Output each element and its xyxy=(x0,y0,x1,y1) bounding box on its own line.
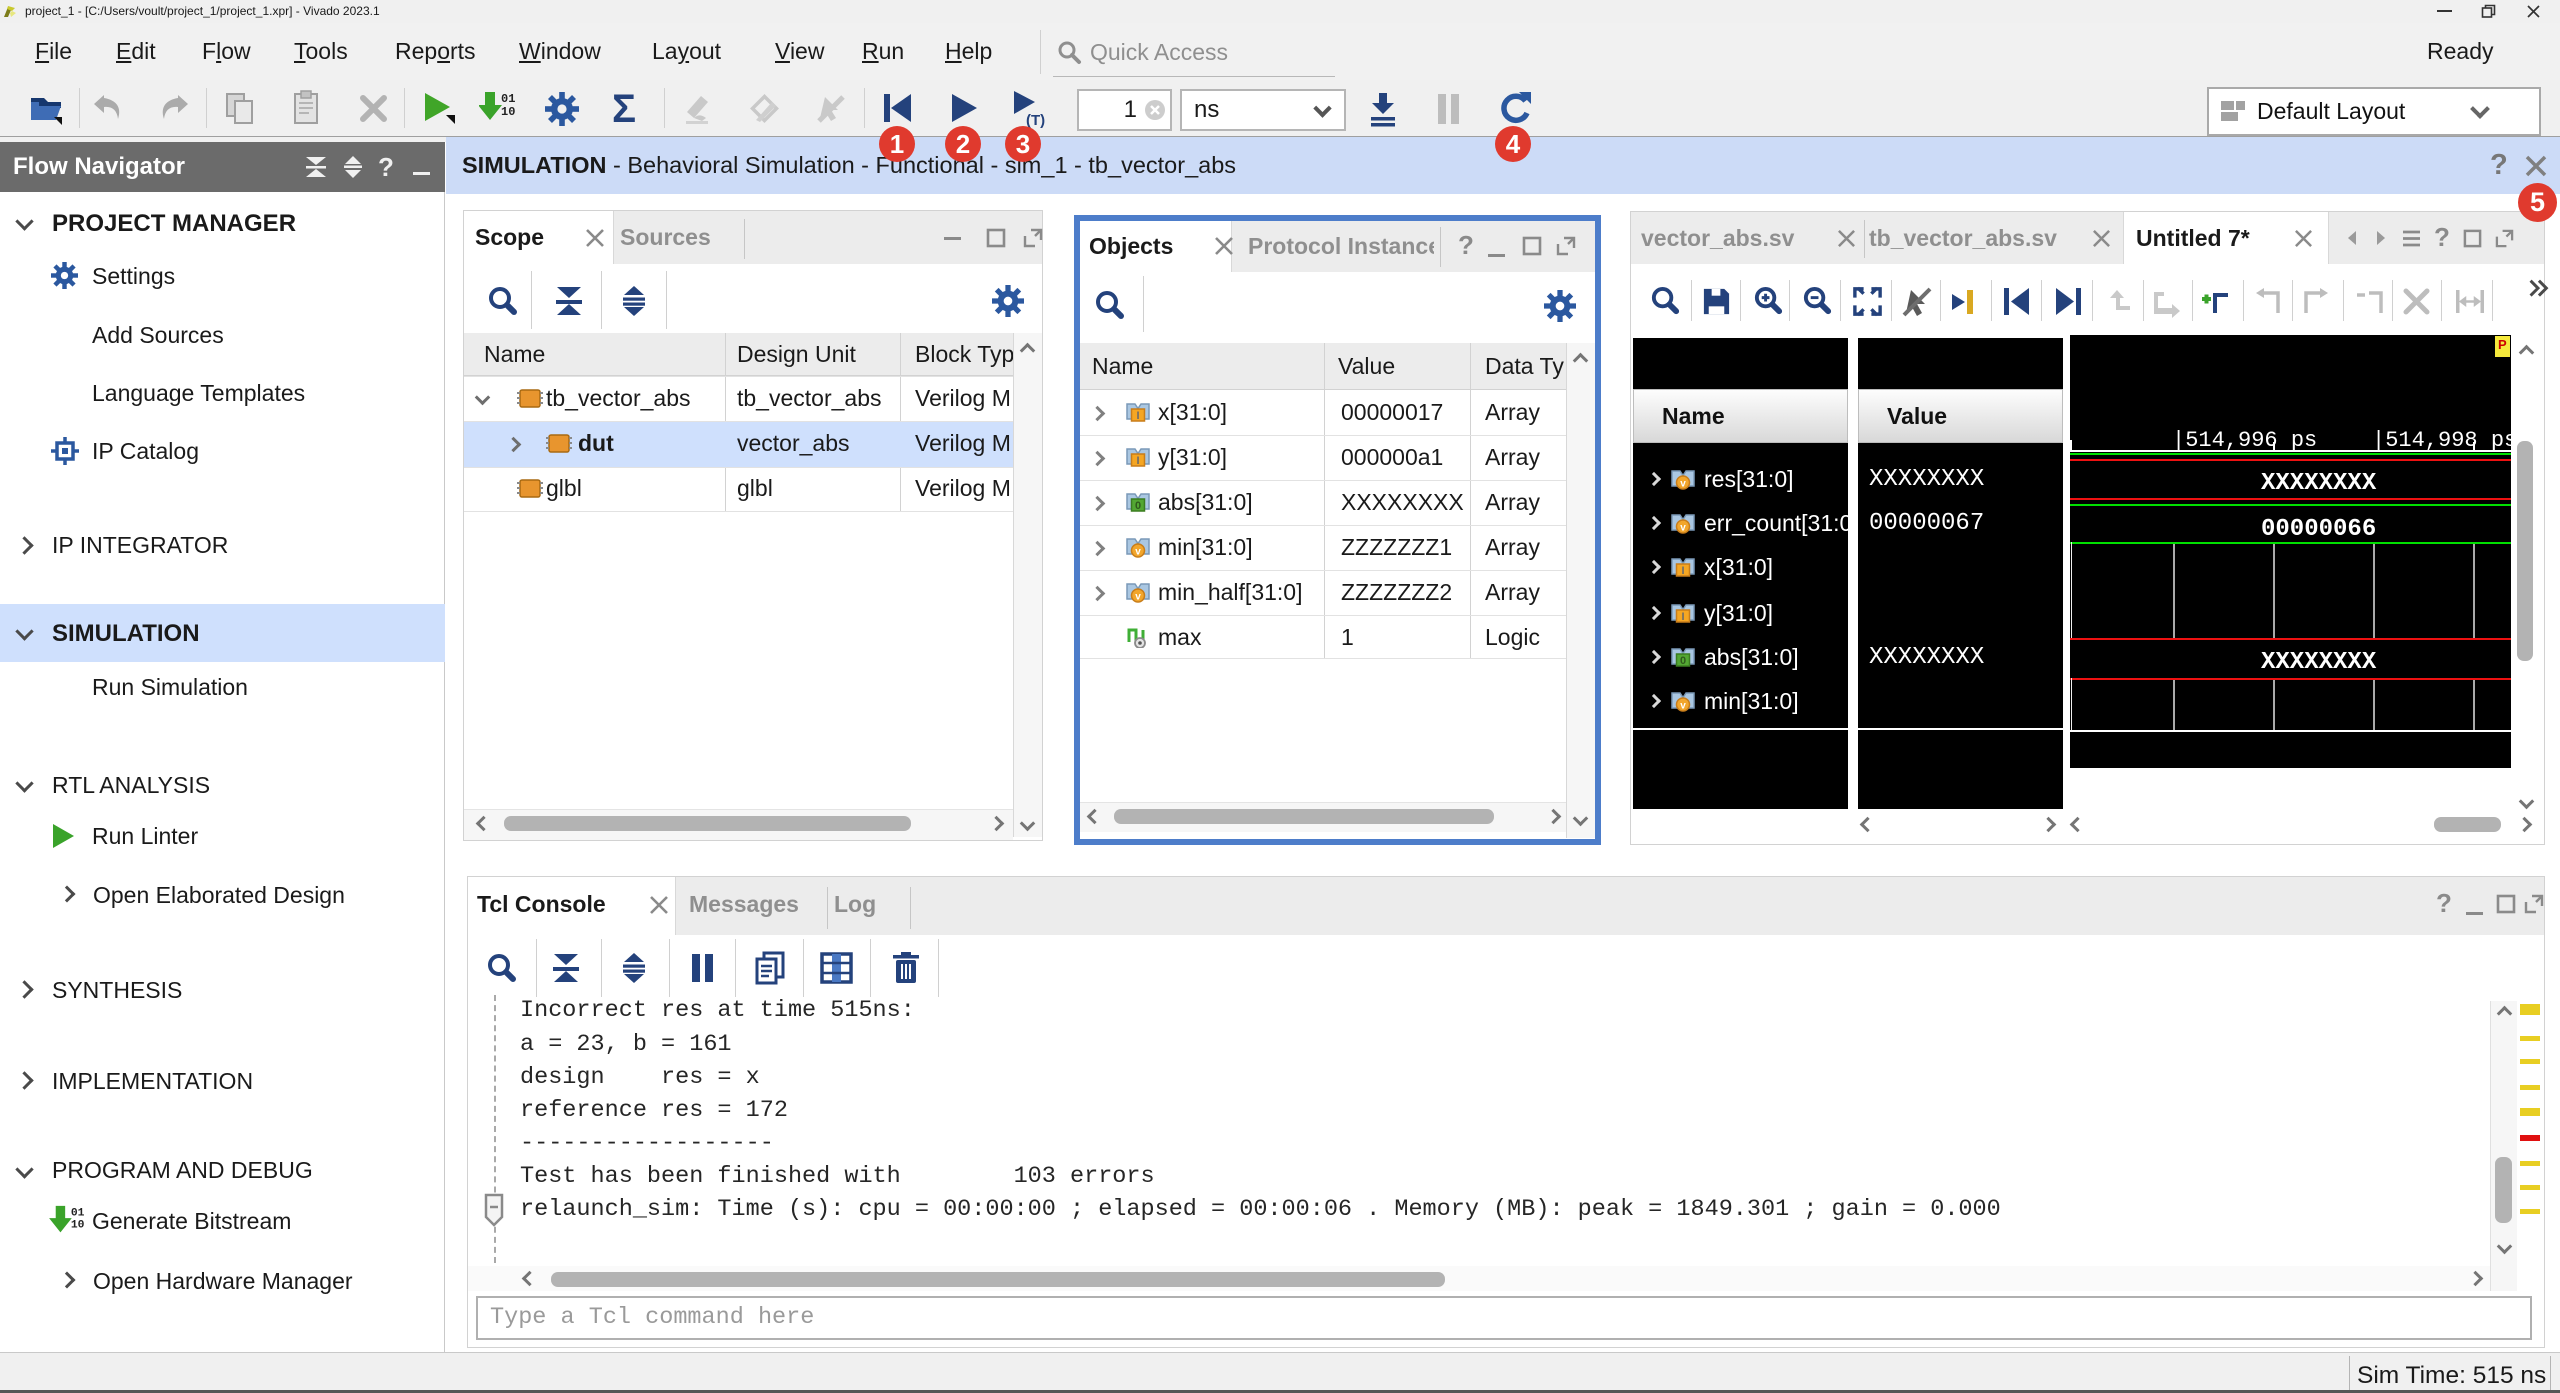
svg-text:I: I xyxy=(1136,455,1139,467)
svg-text:v: v xyxy=(1135,547,1141,558)
svg-text:I: I xyxy=(1681,611,1684,623)
svg-text:01: 01 xyxy=(71,1207,85,1219)
svg-text:v: v xyxy=(1680,479,1686,490)
svg-text:I: I xyxy=(1136,410,1139,422)
svg-text:01: 01 xyxy=(501,92,515,106)
svg-text:10: 10 xyxy=(71,1220,85,1232)
svg-text:I: I xyxy=(1681,565,1684,577)
svg-text:v: v xyxy=(1680,701,1686,712)
svg-text:0: 0 xyxy=(1135,500,1141,512)
svg-text:10: 10 xyxy=(501,105,515,119)
svg-text:v: v xyxy=(1135,592,1141,603)
svg-text:v: v xyxy=(1680,523,1686,534)
svg-text:0: 0 xyxy=(1680,655,1686,667)
